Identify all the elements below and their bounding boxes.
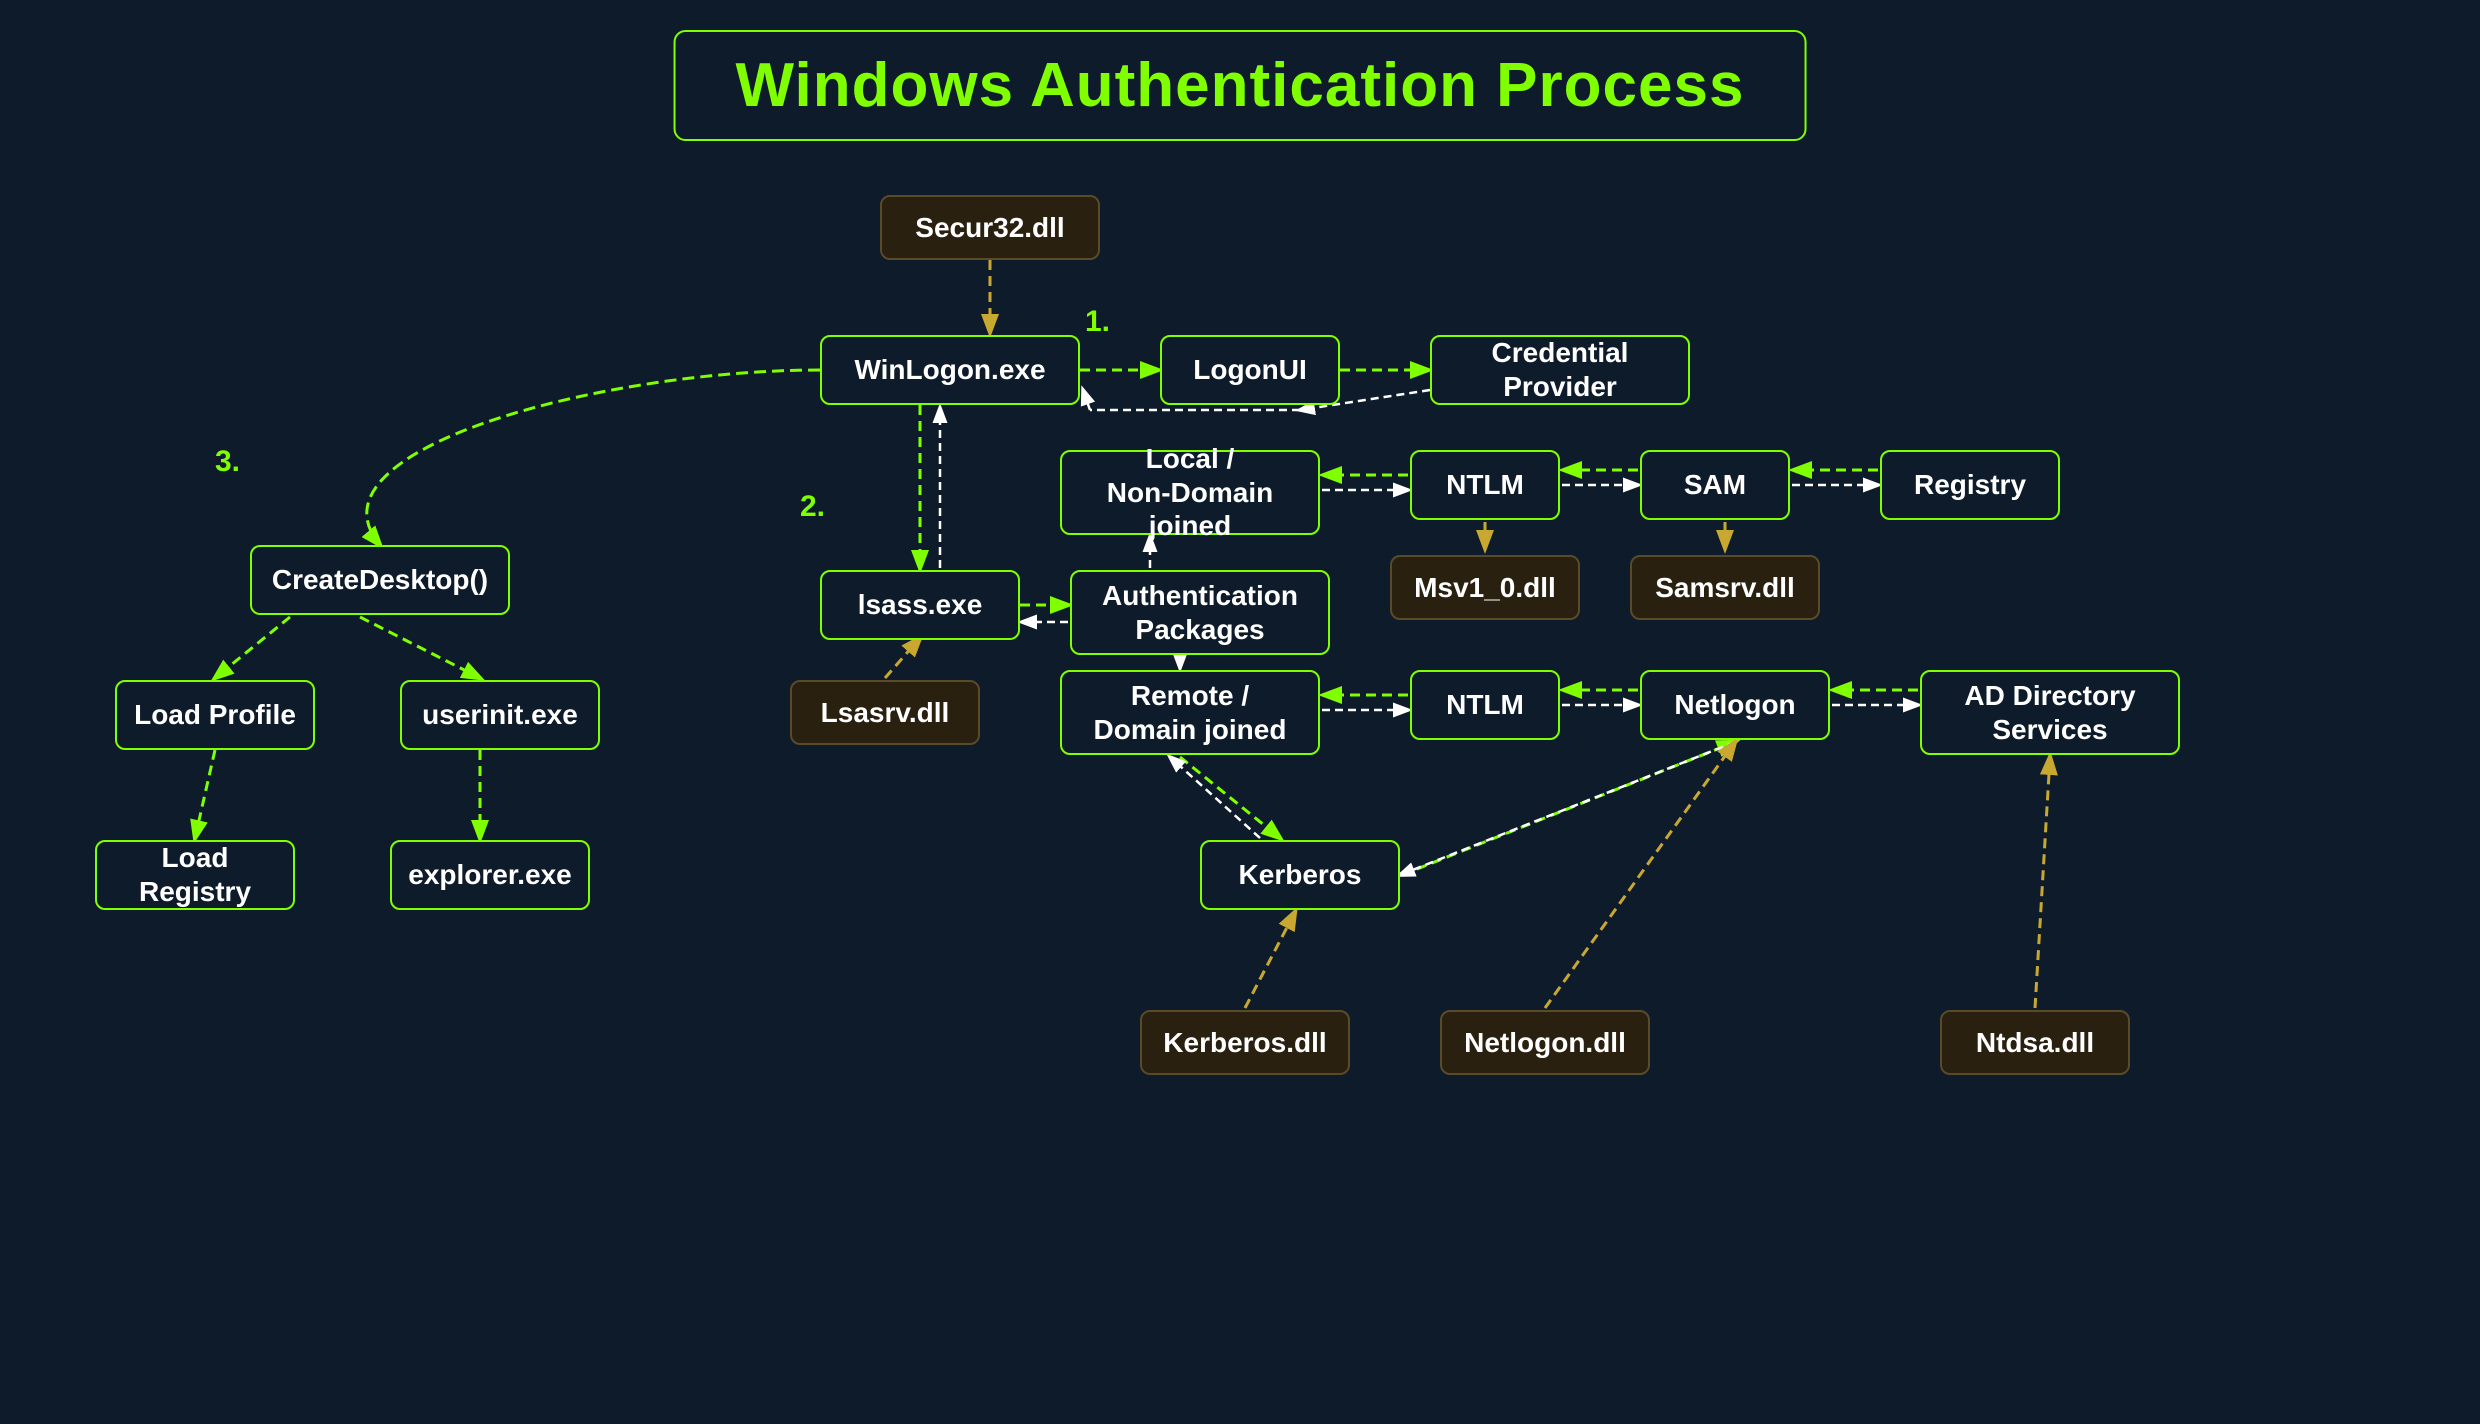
node-local_domain: Local / Non-Domain joined [1060,450,1320,535]
node-netlogon_dll: Netlogon.dll [1440,1010,1650,1075]
node-lsasrv: Lsasrv.dll [790,680,980,745]
node-secur32: Secur32.dll [880,195,1100,260]
diagram-container: Windows Authentication Process [0,0,2480,1424]
node-ntlm_top: NTLM [1410,450,1560,520]
node-create_desktop: CreateDesktop() [250,545,510,615]
node-remote_domain: Remote / Domain joined [1060,670,1320,755]
node-load_profile: Load Profile [115,680,315,750]
node-sam: SAM [1640,450,1790,520]
node-kerberos_dll: Kerberos.dll [1140,1010,1350,1075]
node-cred_provider: Credential Provider [1430,335,1690,405]
node-netlogon: Netlogon [1640,670,1830,740]
node-explorer: explorer.exe [390,840,590,910]
node-lsass: lsass.exe [820,570,1020,640]
node-kerberos: Kerberos [1200,840,1400,910]
node-winlogon: WinLogon.exe [820,335,1080,405]
node-samsrv: Samsrv.dll [1630,555,1820,620]
label-3: 3. [215,445,240,479]
node-ntdsa_dll: Ntdsa.dll [1940,1010,2130,1075]
node-logonui: LogonUI [1160,335,1340,405]
node-auth_packages: Authentication Packages [1070,570,1330,655]
page-title: Windows Authentication Process [736,51,1745,120]
label-1: 1. [1085,305,1110,339]
title-box: Windows Authentication Process [674,30,1807,141]
node-msv1: Msv1_0.dll [1390,555,1580,620]
node-userinit: userinit.exe [400,680,600,750]
node-ntlm_bottom: NTLM [1410,670,1560,740]
node-load_registry: Load Registry [95,840,295,910]
node-registry: Registry [1880,450,2060,520]
node-ad_directory: AD Directory Services [1920,670,2180,755]
label-2: 2. [800,490,825,524]
